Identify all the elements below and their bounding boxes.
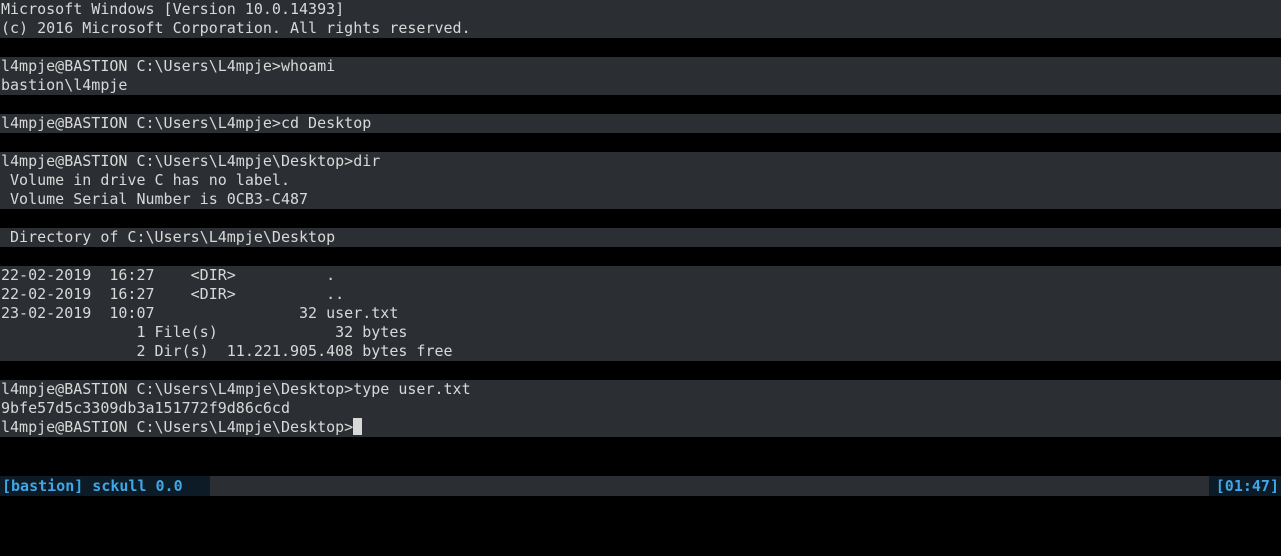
- terminal-line: Volume in drive C has no label.: [1, 171, 290, 189]
- output-block-dir-header: l4mpje@BASTION C:\Users\L4mpje\Desktop>d…: [0, 152, 1281, 209]
- output-block-dir-listing: 22-02-2019 16:27 <DIR> . 22-02-2019 16:2…: [0, 266, 1281, 361]
- directory-summary: 1 File(s) 32 bytes: [1, 323, 408, 341]
- session-label[interactable]: [bastion] sckull 0.0: [0, 476, 210, 496]
- blank-line: [0, 247, 1281, 266]
- command-line: l4mpje@BASTION C:\Users\L4mpje\Desktop>d…: [1, 152, 381, 170]
- output-block-type: l4mpje@BASTION C:\Users\L4mpje\Desktop>t…: [0, 380, 1281, 437]
- terminal-line: Volume Serial Number is 0CB3-C487: [1, 190, 309, 208]
- blank-line: [0, 133, 1281, 152]
- directory-entry: 22-02-2019 16:27 <DIR> .: [1, 266, 336, 284]
- status-bar-fill: [210, 476, 1209, 496]
- terminal-line: (c) 2016 Microsoft Corporation. All righ…: [1, 19, 471, 37]
- output-block-banner: Microsoft Windows [Version 10.0.14393] (…: [0, 0, 1281, 38]
- blank-line: [0, 361, 1281, 380]
- tmux-status-bar: [bastion] sckull 0.0 [01:47]: [0, 476, 1281, 496]
- prompt-line[interactable]: l4mpje@BASTION C:\Users\L4mpje\Desktop>: [0, 418, 1281, 437]
- output-block-directory-of: Directory of C:\Users\L4mpje\Desktop: [0, 228, 1281, 247]
- blank-line: [0, 209, 1281, 228]
- directory-entry: 23-02-2019 10:07 32 user.txt: [1, 304, 399, 322]
- terminal-line: bastion\l4mpje: [1, 76, 128, 94]
- output-block-whoami: l4mpje@BASTION C:\Users\L4mpje>whoami ba…: [0, 57, 1281, 95]
- prompt-text: l4mpje@BASTION C:\Users\L4mpje\Desktop>: [1, 418, 354, 436]
- command-line: l4mpje@BASTION C:\Users\L4mpje\Desktop>t…: [1, 380, 471, 398]
- status-clock: [01:47]: [1209, 476, 1281, 496]
- terminal-line: Microsoft Windows [Version 10.0.14393]: [1, 0, 345, 18]
- blank-line: [0, 38, 1281, 57]
- directory-entry: 22-02-2019 16:27 <DIR> ..: [1, 285, 345, 303]
- command-line: l4mpje@BASTION C:\Users\L4mpje>cd Deskto…: [1, 114, 372, 132]
- terminal-line: Directory of C:\Users\L4mpje\Desktop: [1, 228, 336, 246]
- terminal-window[interactable]: Microsoft Windows [Version 10.0.14393] (…: [0, 0, 1281, 475]
- terminal-line: 9bfe57d5c3309db3a151772f9d86c6cd: [1, 399, 290, 417]
- blank-line: [0, 95, 1281, 114]
- directory-summary: 2 Dir(s) 11.221.905.408 bytes free: [1, 342, 453, 360]
- text-cursor: [353, 418, 363, 435]
- command-line: l4mpje@BASTION C:\Users\L4mpje>whoami: [1, 57, 336, 75]
- output-block-cd: l4mpje@BASTION C:\Users\L4mpje>cd Deskto…: [0, 114, 1281, 133]
